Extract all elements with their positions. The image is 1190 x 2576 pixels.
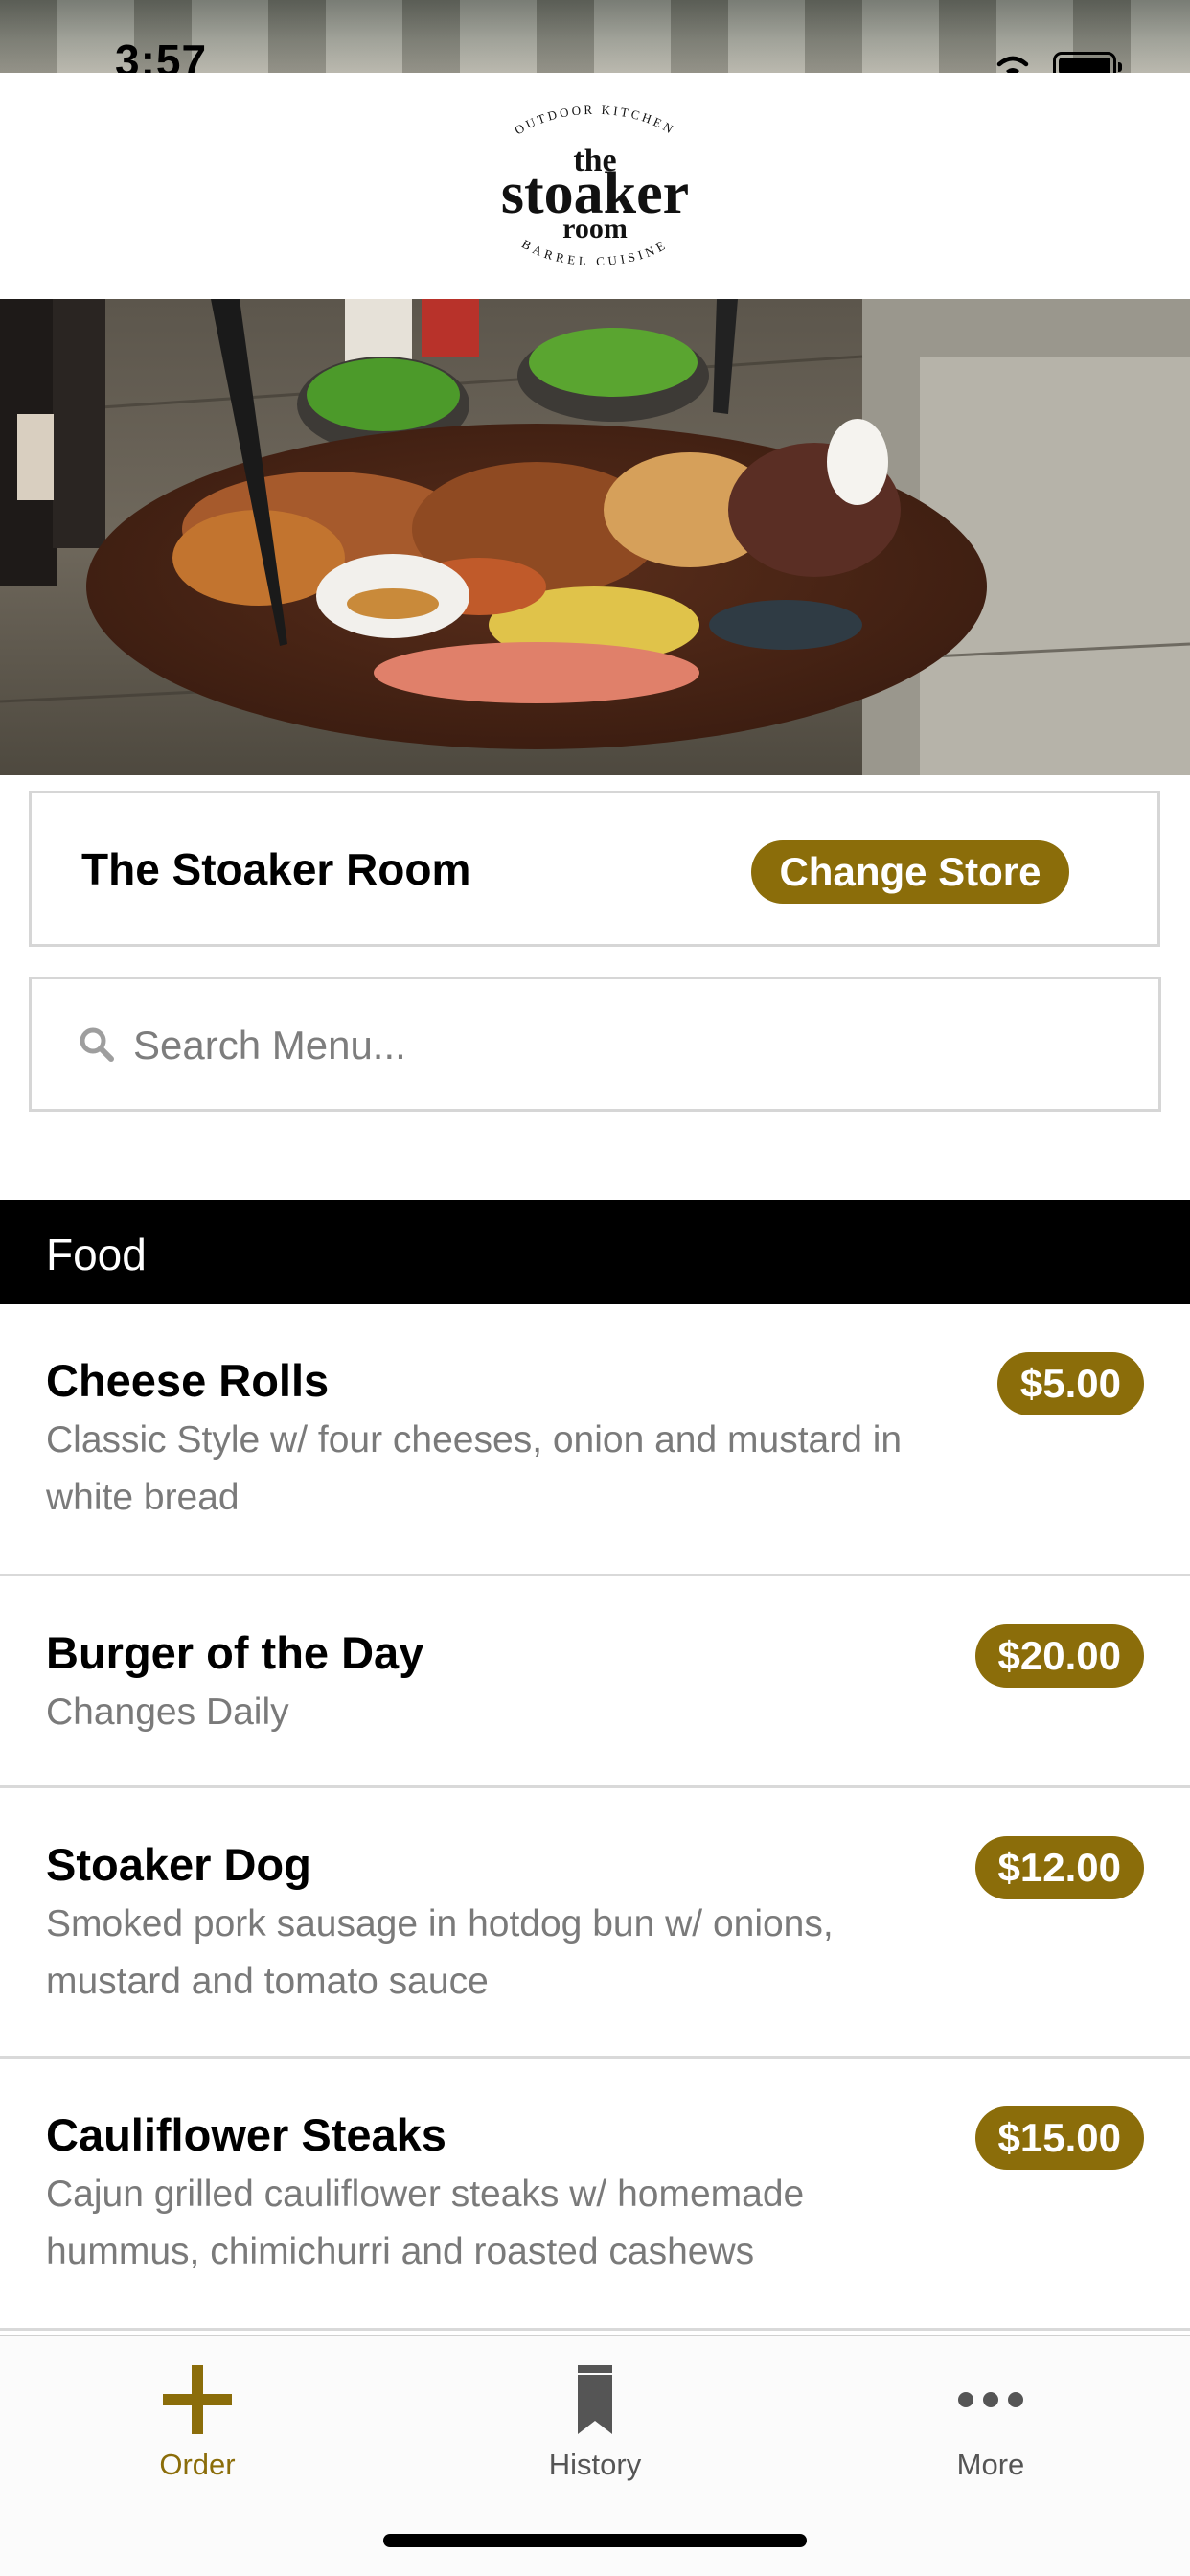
menu-item-name: Cheese Rolls (46, 1355, 330, 1406)
price-badge[interactable]: $5.00 (996, 1352, 1144, 1415)
price-badge[interactable]: $12.00 (974, 1836, 1144, 1899)
brand-logo: OUTDOOR KITCHEN the stoaker room BARREL … (501, 103, 689, 268)
status-time: 3:57 (115, 35, 208, 73)
header: OUTDOOR KITCHEN the stoaker room BARREL … (0, 73, 1190, 299)
category-title: Food (46, 1230, 147, 1279)
plus-icon (163, 2365, 232, 2434)
change-store-button[interactable]: Change Store (751, 840, 1069, 904)
tab-more[interactable]: More (895, 2354, 1087, 2497)
hero-food-image (0, 299, 1190, 775)
menu-item-name: Burger of the Day (46, 1627, 424, 1678)
search-icon (80, 1027, 114, 1062)
more-dots-icon (958, 2392, 1023, 2407)
menu-item-description: Smoked pork sausage in hotdog bun w/ oni… (46, 1903, 834, 2002)
menu-item-cauliflower-steaks[interactable]: Cauliflower Steaks Cajun grilled caulifl… (0, 2058, 1190, 2331)
price-badge[interactable]: $20.00 (974, 1624, 1144, 1688)
tab-label: More (956, 2448, 1025, 2481)
store-card: The Stoaker Room Change Store (29, 791, 1160, 947)
bookmark-icon (578, 2365, 612, 2434)
battery-icon (1053, 52, 1122, 73)
category-header: Food (0, 1200, 1190, 1304)
menu-item-cheese-rolls[interactable]: Cheese Rolls Classic Style w/ four chees… (0, 1304, 1190, 1576)
tab-order[interactable]: Order (102, 2354, 293, 2497)
status-bar: 3:57 (0, 0, 1190, 73)
tab-label: Order (159, 2448, 236, 2481)
svg-text:room: room (562, 213, 628, 244)
menu-item-description: Classic Style w/ four cheeses, onion and… (46, 1419, 903, 1518)
tab-history[interactable]: History (499, 2354, 691, 2497)
menu-item-name: Cauliflower Steaks (46, 2109, 446, 2160)
menu-item-stoaker-dog[interactable]: Stoaker Dog Smoked pork sausage in hotdo… (0, 1788, 1190, 2058)
menu-item-description: Changes Daily (46, 1691, 289, 1733)
search-input[interactable] (131, 1008, 1132, 1083)
menu-item-description: Cajun grilled cauliflower steaks w/ home… (46, 2174, 805, 2272)
tab-label: History (548, 2448, 642, 2481)
price-badge[interactable]: $15.00 (974, 2106, 1144, 2170)
menu-item-burger-of-the-day[interactable]: Burger of the Day Changes Daily $20.00 (0, 1576, 1190, 1788)
search-box[interactable] (29, 977, 1161, 1112)
wifi-icon (996, 56, 1029, 73)
store-name: The Stoaker Room (81, 844, 471, 894)
menu-item-name: Stoaker Dog (46, 1839, 311, 1890)
home-indicator (383, 2534, 807, 2547)
svg-text:OUTDOOR KITCHEN: OUTDOOR KITCHEN (512, 103, 677, 138)
